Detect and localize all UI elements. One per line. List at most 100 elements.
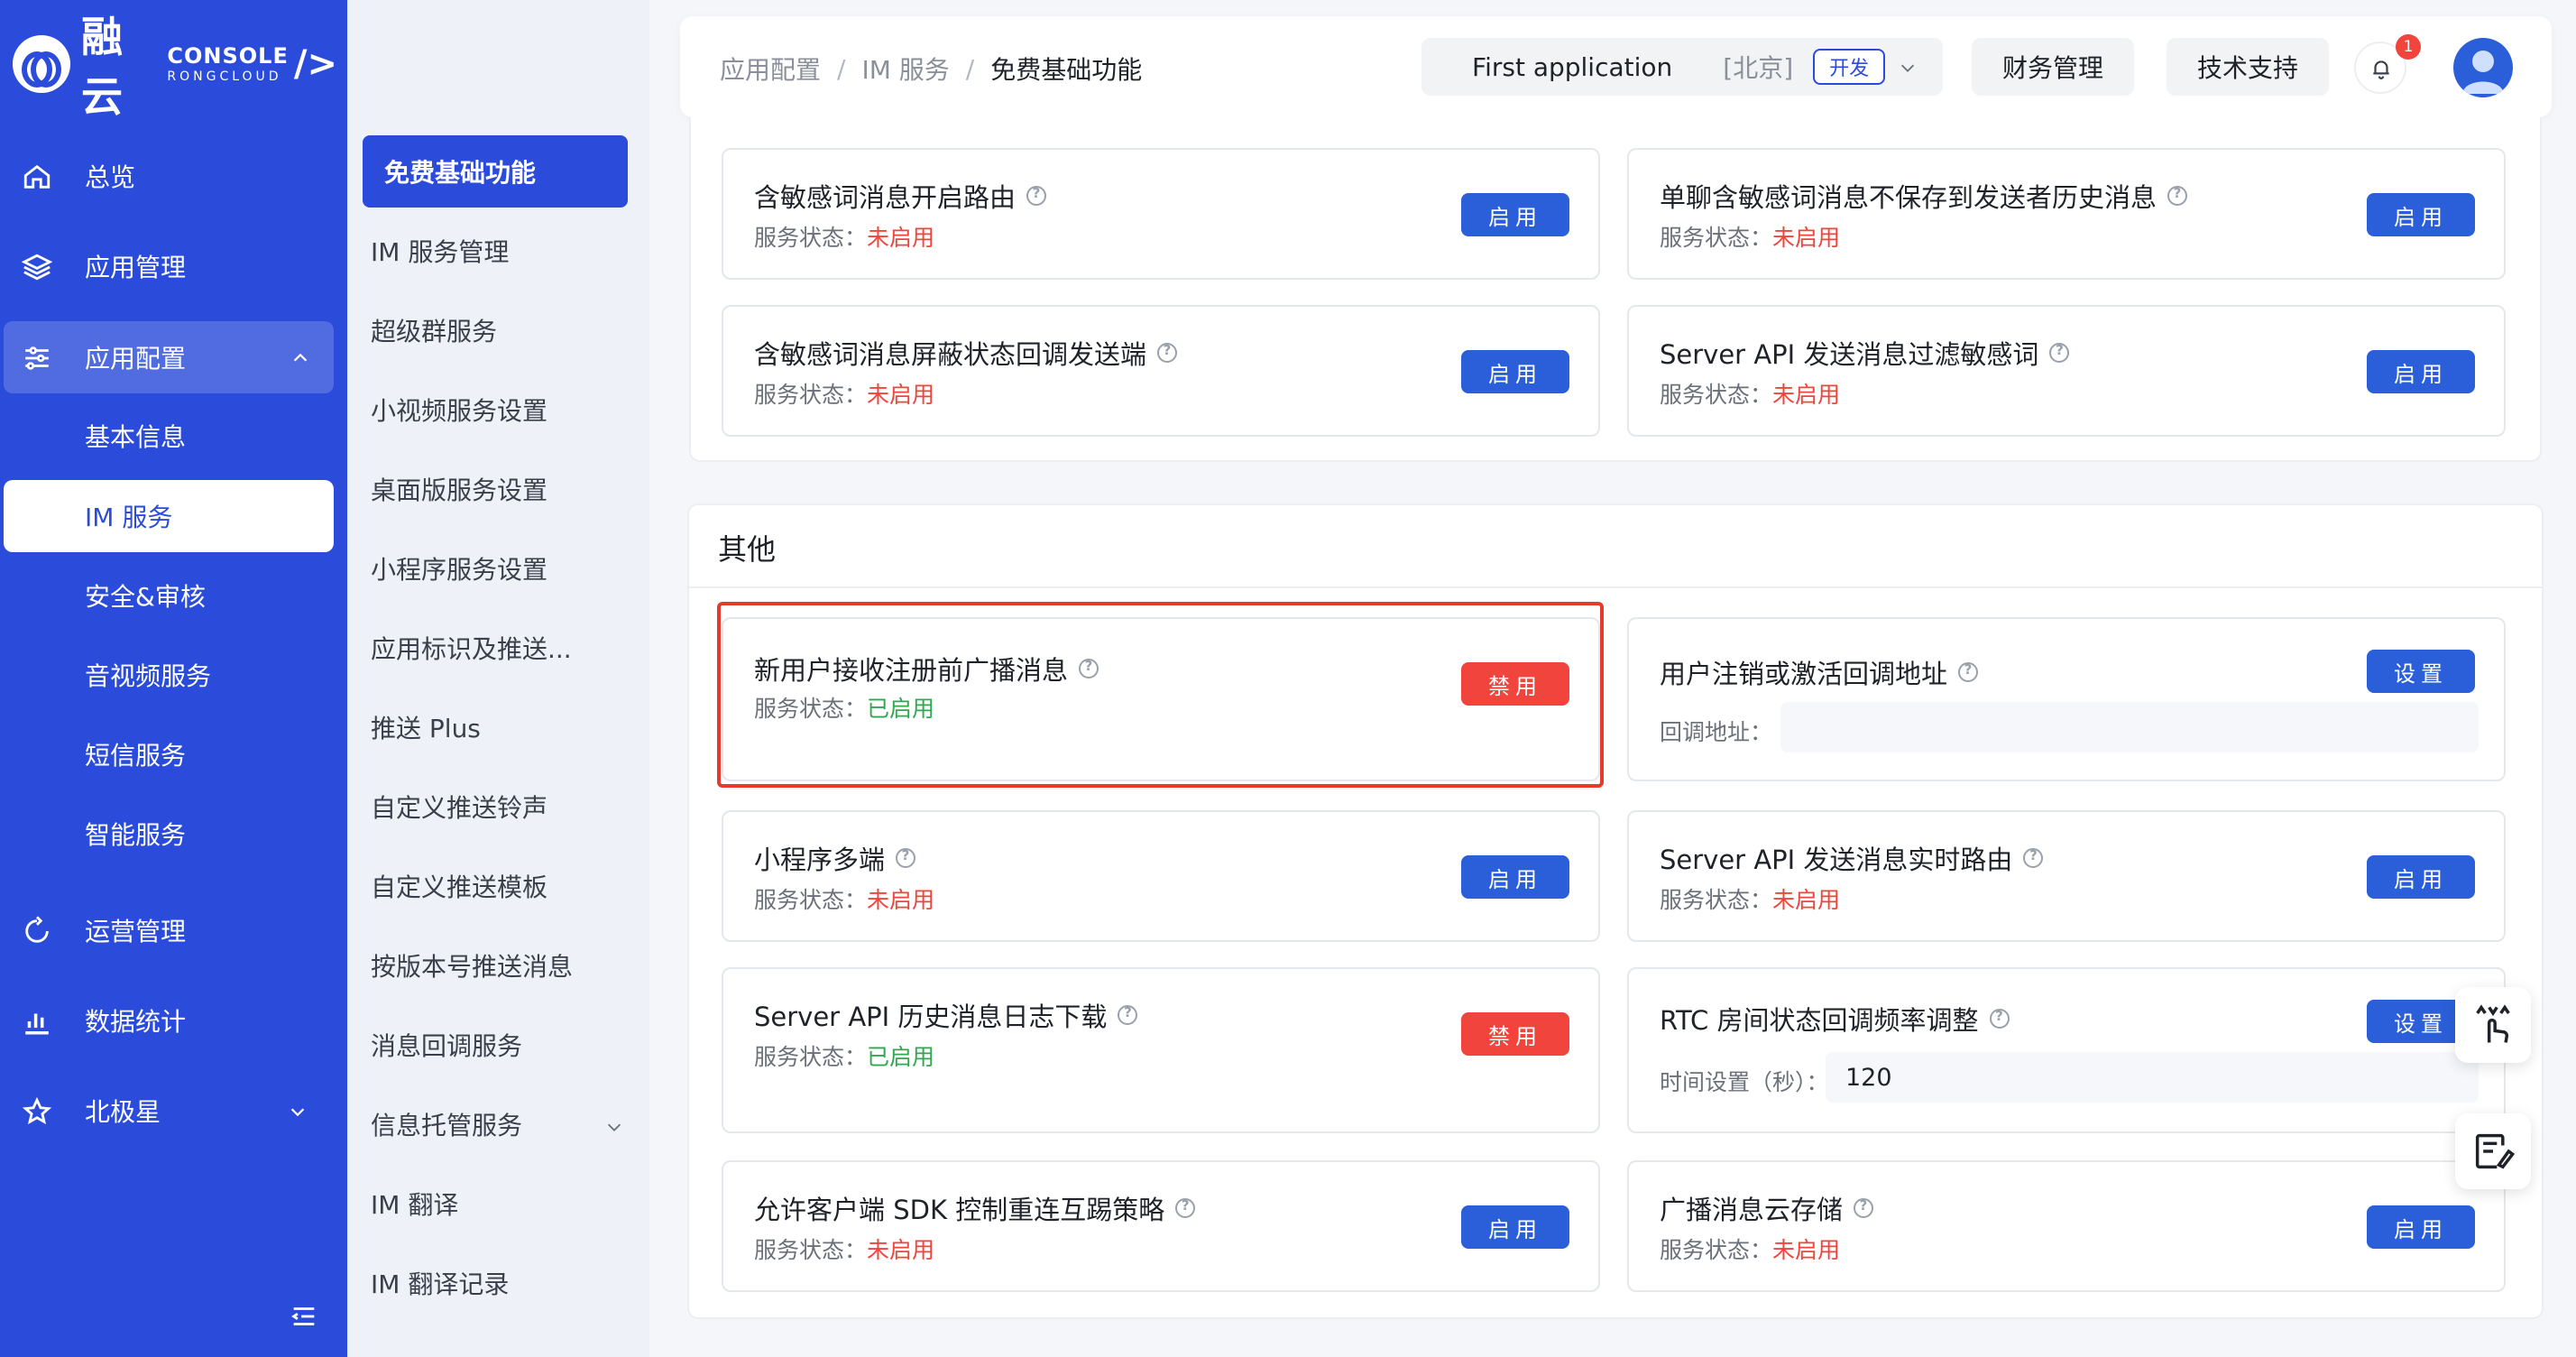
submenu-custom-template[interactable]: 自定义推送模板 [371,859,547,913]
brand-english: RONGCLOUD [167,69,282,84]
help-icon[interactable] [1854,1197,1874,1218]
floating-help-button[interactable] [2455,987,2531,1063]
callback-url-label: 回调地址： [1660,719,1773,745]
floating-feedback-button[interactable] [2455,1113,2531,1189]
enable-button[interactable]: 启用 [2367,350,2475,393]
breadcrumb: 应用配置 / IM 服务 / 免费基础功能 [720,51,1142,87]
avatar[interactable] [2453,38,2513,97]
help-icon[interactable] [1958,661,1979,682]
status-label: 服务状态： [754,382,868,408]
collapse-menu-icon[interactable] [289,1301,319,1332]
brand-name: 融云 [81,13,124,121]
disable-button[interactable]: 禁用 [1461,1012,1569,1056]
help-icon[interactable] [2167,185,2188,206]
status-label: 服务状态： [1660,887,1773,913]
user-avatar-icon [2462,51,2504,94]
app-region: [北京] [1723,53,1794,83]
sidebar-sub-basic-info[interactable]: 基本信息 [85,409,186,463]
sidebar-item-statistics[interactable]: 数据统计 [0,984,347,1057]
app-selector[interactable]: First application [北京] 开发 [1421,38,1943,96]
feature-card: 小程序多端 服务状态：未启用 启用 [722,810,1600,942]
status-label: 服务状态： [754,887,868,913]
help-icon[interactable] [1118,1004,1138,1025]
submenu-app-id-push[interactable]: 应用标识及推送... [371,621,572,675]
secondary-menu: 免费基础功能 IM 服务管理 超级群服务 小视频服务设置 桌面版服务设置 小程序… [347,0,649,1357]
status-value: 已启用 [867,696,935,722]
env-badge: 开发 [1813,49,1886,85]
support-button[interactable]: 技术支持 [2167,38,2329,96]
submenu-free-basic[interactable]: 免费基础功能 [363,135,628,208]
enable-button[interactable]: 启用 [2367,1205,2475,1249]
sidebar-item-polaris[interactable]: 北极星 [0,1075,347,1147]
breadcrumb-im-service[interactable]: IM 服务 [861,51,949,87]
refresh-icon [25,916,49,943]
sidebar-sub-ai-service[interactable]: 智能服务 [85,807,186,861]
chevron-down-icon [1900,64,1915,72]
submenu-mini-program[interactable]: 小程序服务设置 [371,541,547,595]
submenu-im-translate[interactable]: IM 翻译 [371,1177,458,1231]
status-label: 服务状态： [1660,1237,1773,1263]
help-icon[interactable] [2023,847,2044,868]
enable-button[interactable]: 启用 [2367,193,2475,236]
feature-title: 单聊含敏感词消息不保存到发送者历史消息 [1660,182,2157,213]
help-icon[interactable] [1079,658,1099,678]
status-label: 服务状态： [1660,225,1773,251]
submenu-desktop[interactable]: 桌面版服务设置 [371,462,547,516]
edit-note-icon [2475,1133,2516,1169]
status-value: 未启用 [1772,887,1841,913]
disable-button[interactable]: 禁用 [1461,662,1569,706]
status-label: 服务状态： [754,225,868,251]
help-icon[interactable] [1157,342,1178,363]
help-icon[interactable] [896,847,916,868]
submenu-info-hosting[interactable]: 信息托管服务 [371,1097,632,1151]
help-icon[interactable] [1026,185,1047,206]
status-value: 未启用 [867,1237,935,1263]
feature-title: 小程序多端 [754,845,886,875]
feature-card: 广播消息云存储 服务状态：未启用 启用 [1627,1160,2506,1292]
submenu-short-video[interactable]: 小视频服务设置 [371,383,547,437]
enable-button[interactable]: 启用 [2367,855,2475,899]
submenu-translate-records[interactable]: IM 翻译记录 [371,1256,509,1310]
enable-button[interactable]: 启用 [1461,350,1569,393]
set-button[interactable]: 设置 [2367,650,2475,693]
sidebar-item-operations[interactable]: 运营管理 [0,894,347,966]
help-icon[interactable] [2049,342,2070,363]
feature-card: 含敏感词消息屏蔽状态回调发送端 服务状态：未启用 启用 [722,305,1600,437]
feature-card: 单聊含敏感词消息不保存到发送者历史消息 服务状态：未启用 启用 [1627,148,2506,280]
sidebar-sub-sms-service[interactable]: 短信服务 [85,727,186,781]
sidebar-sub-av-service[interactable]: 音视频服务 [85,648,211,702]
status-value: 未启用 [1772,1237,1841,1263]
submenu-version-push[interactable]: 按版本号推送消息 [371,938,573,992]
finance-button[interactable]: 财务管理 [1972,38,2134,96]
chevron-down-icon [607,1123,621,1131]
enable-button[interactable]: 启用 [1461,1205,1569,1249]
submenu-message-callback[interactable]: 消息回调服务 [371,1018,522,1072]
sidebar-item-overview[interactable]: 总览 [0,140,347,212]
breadcrumb-app-config[interactable]: 应用配置 [720,51,821,87]
submenu-push-plus[interactable]: 推送 Plus [371,700,481,754]
submenu-ultra-group[interactable]: 超级群服务 [371,303,497,357]
enable-button[interactable]: 启用 [1461,855,1569,899]
touch-hand-icon [2476,1004,2510,1043]
time-setting-input[interactable]: 120 [1826,1052,2479,1103]
star-icon [22,1096,52,1125]
sidebar-sub-im-service[interactable]: IM 服务 [4,480,334,552]
sidebar: 融云 CONSOLE RONGCLOUD /> 总览 应用管理 应用配置 基本信… [0,0,347,1357]
status-label: 服务状态： [754,1237,868,1263]
help-icon[interactable] [1989,1008,2010,1029]
enable-button[interactable]: 启用 [1461,193,1569,236]
sidebar-item-app-management[interactable]: 应用管理 [0,230,347,302]
status-value: 已启用 [867,1044,935,1070]
submenu-im-management[interactable]: IM 服务管理 [371,224,509,278]
bar-chart-icon [25,1013,49,1035]
app-name: First application [1472,51,1673,82]
brand-logo[interactable]: 融云 CONSOLE RONGCLOUD /> [13,13,337,121]
submenu-custom-ringtone[interactable]: 自定义推送铃声 [371,780,547,834]
home-icon [23,164,51,189]
status-value: 未启用 [867,225,935,251]
sidebar-sub-security[interactable]: 安全&审核 [85,568,206,623]
sidebar-item-app-config[interactable]: 应用配置 [4,321,334,393]
callback-url-input[interactable] [1780,702,2479,752]
feature-title: 广播消息云存储 [1660,1195,1844,1225]
help-icon[interactable] [1175,1197,1196,1218]
